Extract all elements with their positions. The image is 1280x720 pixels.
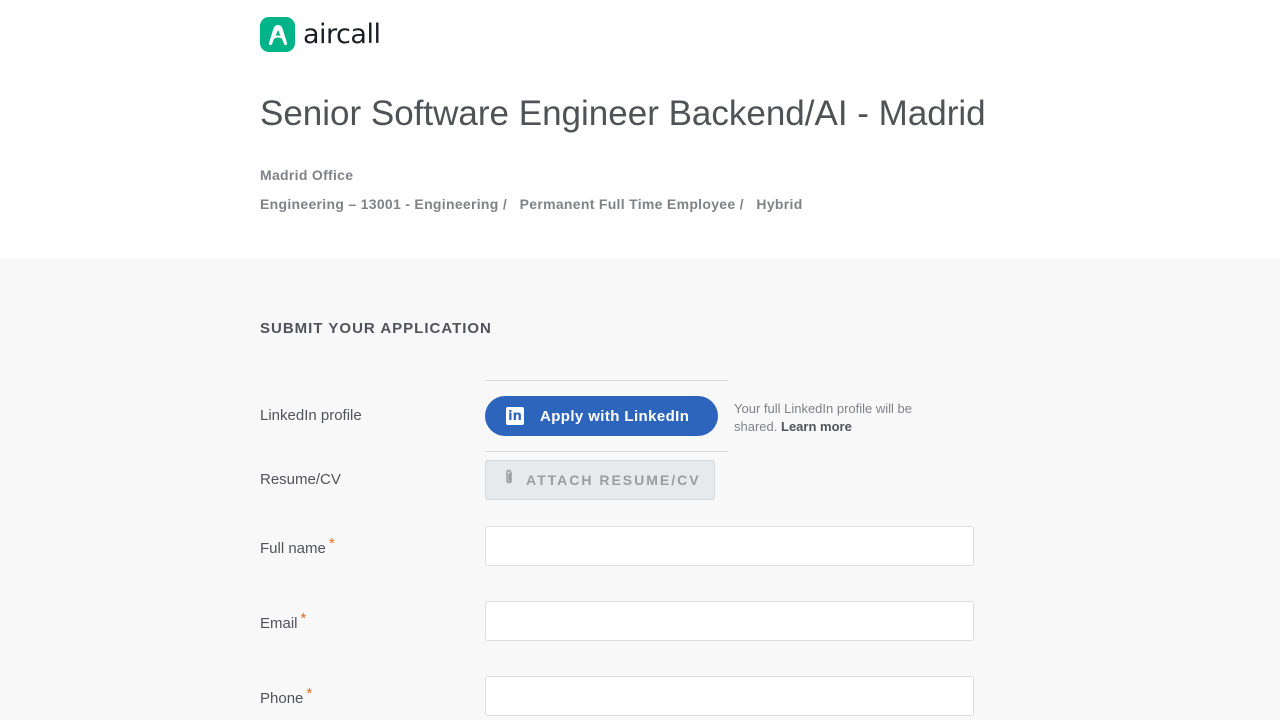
- aircall-logo[interactable]: aircall: [260, 17, 381, 52]
- job-location: Madrid Office: [260, 167, 354, 183]
- resume-label: Resume/CV: [260, 471, 341, 488]
- job-meta: Engineering – 13001 - Engineering / Perm…: [260, 196, 803, 212]
- email-label: Email *: [260, 610, 306, 632]
- phone-input[interactable]: [485, 676, 974, 716]
- paperclip-icon: [503, 469, 515, 491]
- phone-label: Phone *: [260, 685, 312, 707]
- required-marker: *: [300, 610, 307, 627]
- aircall-logo-icon: [260, 17, 295, 52]
- job-department: Engineering – 13001 - Engineering /: [260, 196, 508, 212]
- linkedin-label: LinkedIn profile: [260, 407, 362, 424]
- job-employment-type: Permanent Full Time Employee /: [519, 196, 744, 212]
- full-name-input[interactable]: [485, 526, 974, 566]
- apply-with-linkedin-button[interactable]: in Apply with LinkedIn: [485, 396, 718, 436]
- phone-label-text: Phone: [260, 690, 304, 707]
- attach-resume-label: ATTACH RESUME/CV: [526, 472, 701, 488]
- section-title: SUBMIT YOUR APPLICATION: [260, 320, 492, 337]
- required-marker: *: [306, 685, 313, 702]
- full-name-label: Full name *: [260, 535, 335, 557]
- linkedin-icon: in: [506, 407, 524, 425]
- learn-more-link[interactable]: Learn more: [781, 419, 852, 434]
- attach-resume-button[interactable]: ATTACH RESUME/CV: [485, 460, 715, 500]
- email-label-text: Email: [260, 615, 298, 632]
- email-input[interactable]: [485, 601, 974, 641]
- job-workplace: Hybrid: [756, 196, 803, 212]
- required-marker: *: [328, 535, 335, 552]
- aircall-logo-text: aircall: [303, 19, 381, 50]
- linkedin-divider-bottom: [485, 451, 728, 452]
- linkedin-button-label: Apply with LinkedIn: [540, 407, 690, 425]
- job-title: Senior Software Engineer Backend/AI - Ma…: [260, 94, 986, 133]
- linkedin-divider-top: [485, 380, 728, 381]
- linkedin-note: Your full LinkedIn profile will be share…: [734, 400, 949, 436]
- job-header: aircall Senior Software Engineer Backend…: [0, 0, 1280, 258]
- full-name-label-text: Full name: [260, 540, 326, 557]
